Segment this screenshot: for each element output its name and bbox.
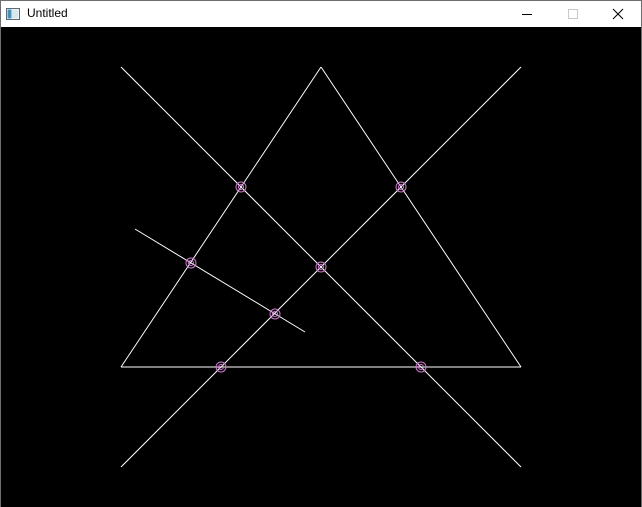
app-window: Untitled	[0, 0, 642, 507]
window-title: Untitled	[27, 6, 68, 20]
triangle-right-edge	[320, 66, 522, 368]
intersection-markers	[185, 181, 427, 373]
maximize-icon	[568, 9, 578, 19]
minimize-icon	[522, 14, 532, 15]
maximize-button[interactable]	[550, 1, 596, 27]
close-button[interactable]	[595, 1, 641, 27]
drawing-canvas[interactable]	[1, 27, 641, 507]
title-bar[interactable]: Untitled	[1, 1, 641, 27]
close-icon	[612, 8, 624, 20]
geometry-drawing	[120, 66, 522, 468]
triangle-left-edge	[120, 66, 322, 368]
app-window-icon	[6, 7, 20, 20]
minimize-button[interactable]	[504, 1, 550, 27]
